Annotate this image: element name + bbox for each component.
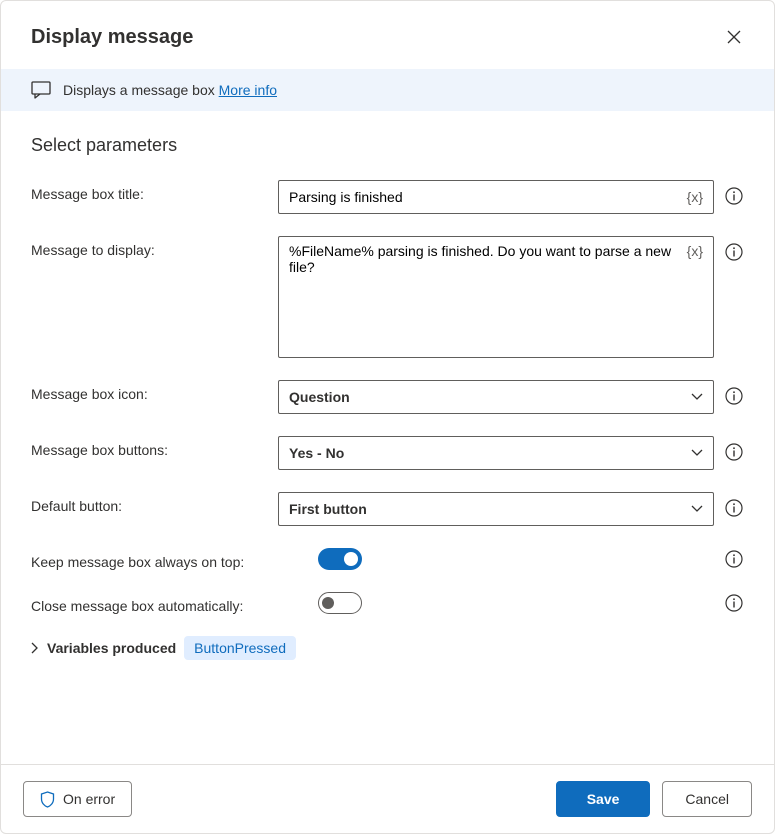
variables-produced-label: Variables produced — [47, 640, 176, 656]
info-icon[interactable] — [724, 593, 744, 613]
section-title: Select parameters — [31, 135, 744, 156]
chevron-down-icon — [691, 449, 703, 457]
chevron-down-icon — [691, 393, 703, 401]
insert-variable-button[interactable]: {x} — [687, 243, 703, 259]
close-button[interactable] — [718, 21, 750, 53]
cancel-button[interactable]: Cancel — [662, 781, 752, 817]
message-box-icon-select[interactable]: Question — [278, 380, 714, 414]
field-label: Keep message box always on top: — [31, 548, 306, 570]
message-box-title-input[interactable] — [289, 189, 687, 205]
save-label: Save — [587, 791, 620, 807]
field-label: Message box buttons: — [31, 436, 266, 458]
variables-produced-row: Variables produced ButtonPressed — [31, 636, 744, 660]
select-value: Yes - No — [289, 445, 344, 461]
field-message-to-display: Message to display: {x} — [31, 236, 744, 358]
info-icon[interactable] — [724, 498, 744, 518]
variables-expand-toggle[interactable] — [31, 642, 39, 654]
toggle-thumb — [344, 552, 358, 566]
field-default-button: Default button: First button — [31, 492, 744, 526]
dialog-title: Display message — [31, 26, 193, 49]
field-label: Message box icon: — [31, 380, 266, 402]
info-icon[interactable] — [724, 186, 744, 206]
chevron-down-icon — [691, 505, 703, 513]
message-to-display-input-wrapper: {x} — [278, 236, 714, 358]
field-label: Close message box automatically: — [31, 592, 306, 614]
on-error-label: On error — [63, 791, 115, 807]
message-box-icon — [31, 81, 51, 99]
cancel-label: Cancel — [685, 791, 729, 807]
message-to-display-input[interactable] — [289, 243, 679, 351]
on-error-button[interactable]: On error — [23, 781, 132, 817]
shield-icon — [40, 791, 55, 808]
field-always-on-top: Keep message box always on top: — [31, 548, 744, 570]
info-bar-text: Displays a message box More info — [63, 82, 277, 98]
info-icon[interactable] — [724, 442, 744, 462]
info-bar-description: Displays a message box — [63, 82, 219, 98]
field-message-box-buttons: Message box buttons: Yes - No — [31, 436, 744, 470]
display-message-dialog: Display message Displays a message box M… — [0, 0, 775, 834]
field-close-automatically: Close message box automatically: — [31, 592, 744, 614]
toggle-thumb — [322, 597, 334, 609]
variable-pill[interactable]: ButtonPressed — [184, 636, 296, 660]
dialog-header: Display message — [1, 1, 774, 69]
default-button-select[interactable]: First button — [278, 492, 714, 526]
message-box-title-input-wrapper: {x} — [278, 180, 714, 214]
message-box-buttons-select[interactable]: Yes - No — [278, 436, 714, 470]
close-icon — [727, 30, 741, 44]
select-value: Question — [289, 389, 350, 405]
more-info-link[interactable]: More info — [219, 82, 277, 98]
select-value: First button — [289, 501, 367, 517]
always-on-top-toggle[interactable] — [318, 548, 362, 570]
info-icon[interactable] — [724, 386, 744, 406]
field-message-box-title: Message box title: {x} — [31, 180, 744, 214]
chevron-right-icon — [31, 642, 39, 654]
dialog-footer: On error Save Cancel — [1, 764, 774, 833]
save-button[interactable]: Save — [556, 781, 651, 817]
insert-variable-button[interactable]: {x} — [687, 189, 703, 205]
close-automatically-toggle[interactable] — [318, 592, 362, 614]
field-label: Default button: — [31, 492, 266, 514]
info-bar: Displays a message box More info — [1, 69, 774, 111]
field-label: Message to display: — [31, 236, 266, 258]
info-icon[interactable] — [724, 242, 744, 262]
dialog-content: Select parameters Message box title: {x}… — [1, 111, 774, 764]
field-label: Message box title: — [31, 180, 266, 202]
info-icon[interactable] — [724, 549, 744, 569]
field-message-box-icon: Message box icon: Question — [31, 380, 744, 414]
